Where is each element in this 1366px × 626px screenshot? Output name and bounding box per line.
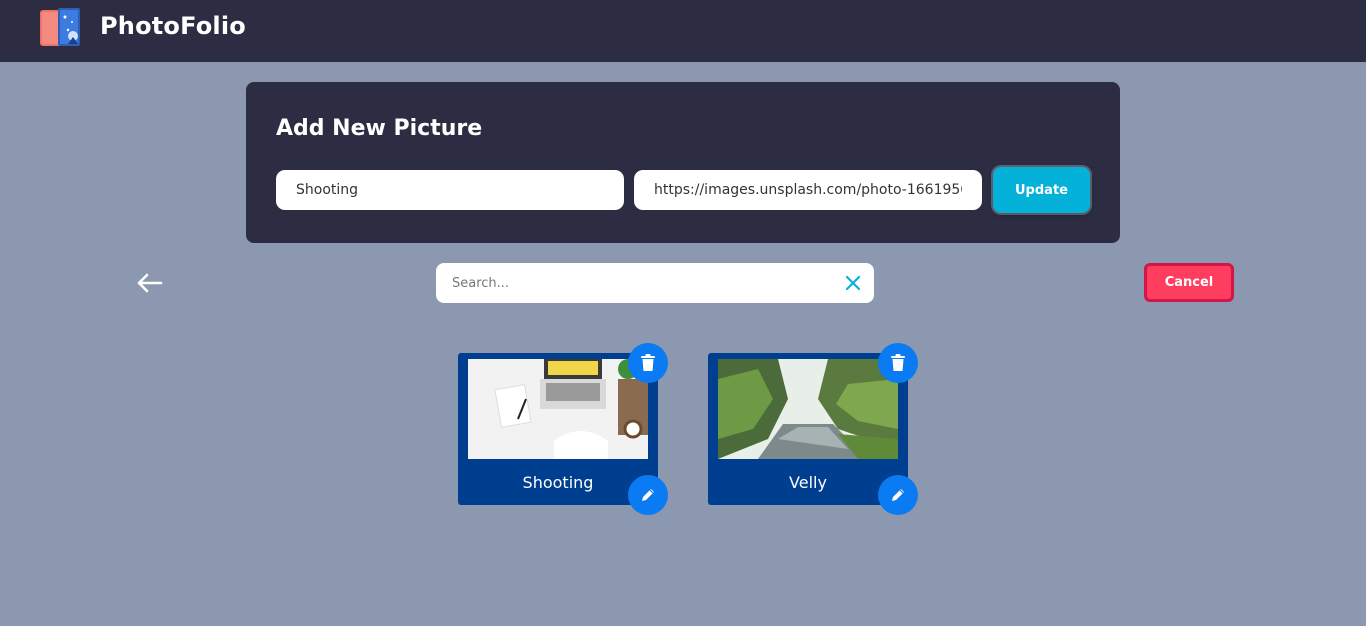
delete-button[interactable] xyxy=(878,343,918,383)
navbar: PhotoFolio xyxy=(0,0,1366,62)
url-input[interactable] xyxy=(634,170,982,210)
back-button[interactable] xyxy=(133,270,165,296)
trash-icon xyxy=(891,354,905,371)
photo-album-icon[interactable] xyxy=(38,6,82,48)
title-input[interactable] xyxy=(276,170,624,210)
cancel-button[interactable]: Cancel xyxy=(1144,263,1234,302)
update-button[interactable]: Update xyxy=(993,167,1090,213)
add-picture-form: Add New Picture Update xyxy=(246,82,1120,243)
edit-button[interactable] xyxy=(628,475,668,515)
pencil-icon xyxy=(892,489,904,501)
delete-button[interactable] xyxy=(628,343,668,383)
search-input[interactable] xyxy=(452,263,832,303)
image-card[interactable]: Shooting xyxy=(458,343,668,515)
brand-name: PhotoFolio xyxy=(100,12,246,40)
image-card[interactable]: Velly xyxy=(708,343,918,515)
close-icon[interactable] xyxy=(844,274,862,292)
pencil-icon xyxy=(642,489,654,501)
search-bar xyxy=(436,263,874,303)
edit-button[interactable] xyxy=(878,475,918,515)
trash-icon xyxy=(641,354,655,371)
image-thumbnail[interactable] xyxy=(718,359,898,459)
form-title: Add New Picture xyxy=(276,116,483,141)
image-thumbnail[interactable] xyxy=(468,359,648,459)
arrow-left-icon xyxy=(137,273,163,293)
